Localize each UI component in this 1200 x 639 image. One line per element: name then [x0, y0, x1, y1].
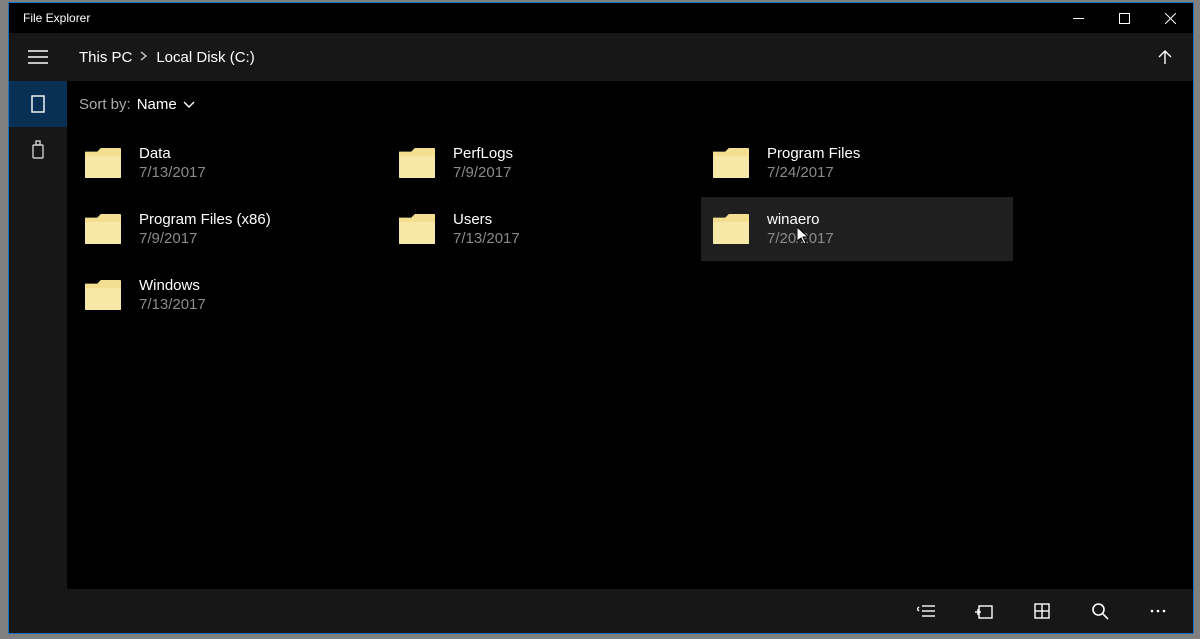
folder-icon: [85, 148, 121, 178]
minimize-button[interactable]: [1055, 3, 1101, 33]
folder-date: 7/24/2017: [767, 163, 860, 183]
folder-date: 7/9/2017: [453, 163, 513, 183]
more-options-button[interactable]: [1129, 591, 1187, 631]
command-bar: [67, 589, 1193, 633]
folder-icon: [85, 280, 121, 310]
details-view-button[interactable]: [897, 591, 955, 631]
items-grid: Data7/13/2017PerfLogs7/9/2017Program Fil…: [67, 127, 1193, 589]
close-button[interactable]: [1147, 3, 1193, 33]
folder-name: Windows: [139, 276, 206, 296]
window-title: File Explorer: [23, 11, 90, 25]
folder-name: PerfLogs: [453, 144, 513, 164]
content-panel: Sort by: Name Data7/13/2017PerfLogs7/9/2…: [67, 81, 1193, 633]
folder-name: winaero: [767, 210, 834, 230]
folder-item[interactable]: PerfLogs7/9/2017: [387, 131, 699, 195]
folder-date: 7/9/2017: [139, 229, 271, 249]
folder-name: Data: [139, 144, 206, 164]
titlebar[interactable]: File Explorer: [9, 3, 1193, 33]
folder-icon: [399, 148, 435, 178]
folder-date: 7/13/2017: [139, 163, 206, 183]
navbar: This PC Local Disk (C:): [9, 33, 1193, 81]
rail-item-local[interactable]: [9, 81, 67, 127]
sort-bar[interactable]: Sort by: Name: [67, 81, 1193, 127]
layout-view-button[interactable]: [1013, 591, 1071, 631]
hamburger-menu-button[interactable]: [9, 33, 67, 81]
folder-item[interactable]: Program Files7/24/2017: [701, 131, 1013, 195]
rail-item-removable[interactable]: [9, 127, 67, 173]
folder-icon: [85, 214, 121, 244]
folder-date: 7/20/2017: [767, 229, 834, 249]
folder-item[interactable]: Data7/13/2017: [73, 131, 385, 195]
search-button[interactable]: [1071, 591, 1129, 631]
breadcrumb-current[interactable]: Local Disk (C:): [156, 49, 254, 66]
breadcrumb-root[interactable]: This PC: [79, 49, 132, 66]
folder-date: 7/13/2017: [139, 295, 206, 315]
folder-item[interactable]: Users7/13/2017: [387, 197, 699, 261]
folder-item[interactable]: Windows7/13/2017: [73, 263, 385, 327]
folder-name: Users: [453, 210, 520, 230]
up-one-level-button[interactable]: [1137, 33, 1193, 81]
chevron-down-icon: [183, 96, 195, 113]
sort-by-label: Sort by:: [79, 96, 131, 113]
folder-icon: [713, 214, 749, 244]
file-explorer-window: File Explorer This PC Local Disk (C:): [8, 2, 1194, 634]
folder-name: Program Files: [767, 144, 860, 164]
maximize-button[interactable]: [1101, 3, 1147, 33]
sort-by-value: Name: [137, 96, 177, 113]
left-rail: [9, 81, 67, 633]
new-folder-button[interactable]: [955, 591, 1013, 631]
folder-name: Program Files (x86): [139, 210, 271, 230]
folder-icon: [713, 148, 749, 178]
folder-icon: [399, 214, 435, 244]
folder-item[interactable]: Program Files (x86)7/9/2017: [73, 197, 385, 261]
folder-date: 7/13/2017: [453, 229, 520, 249]
breadcrumb: This PC Local Disk (C:): [67, 49, 255, 66]
folder-item[interactable]: winaero7/20/2017: [701, 197, 1013, 261]
chevron-right-icon: [138, 50, 150, 64]
